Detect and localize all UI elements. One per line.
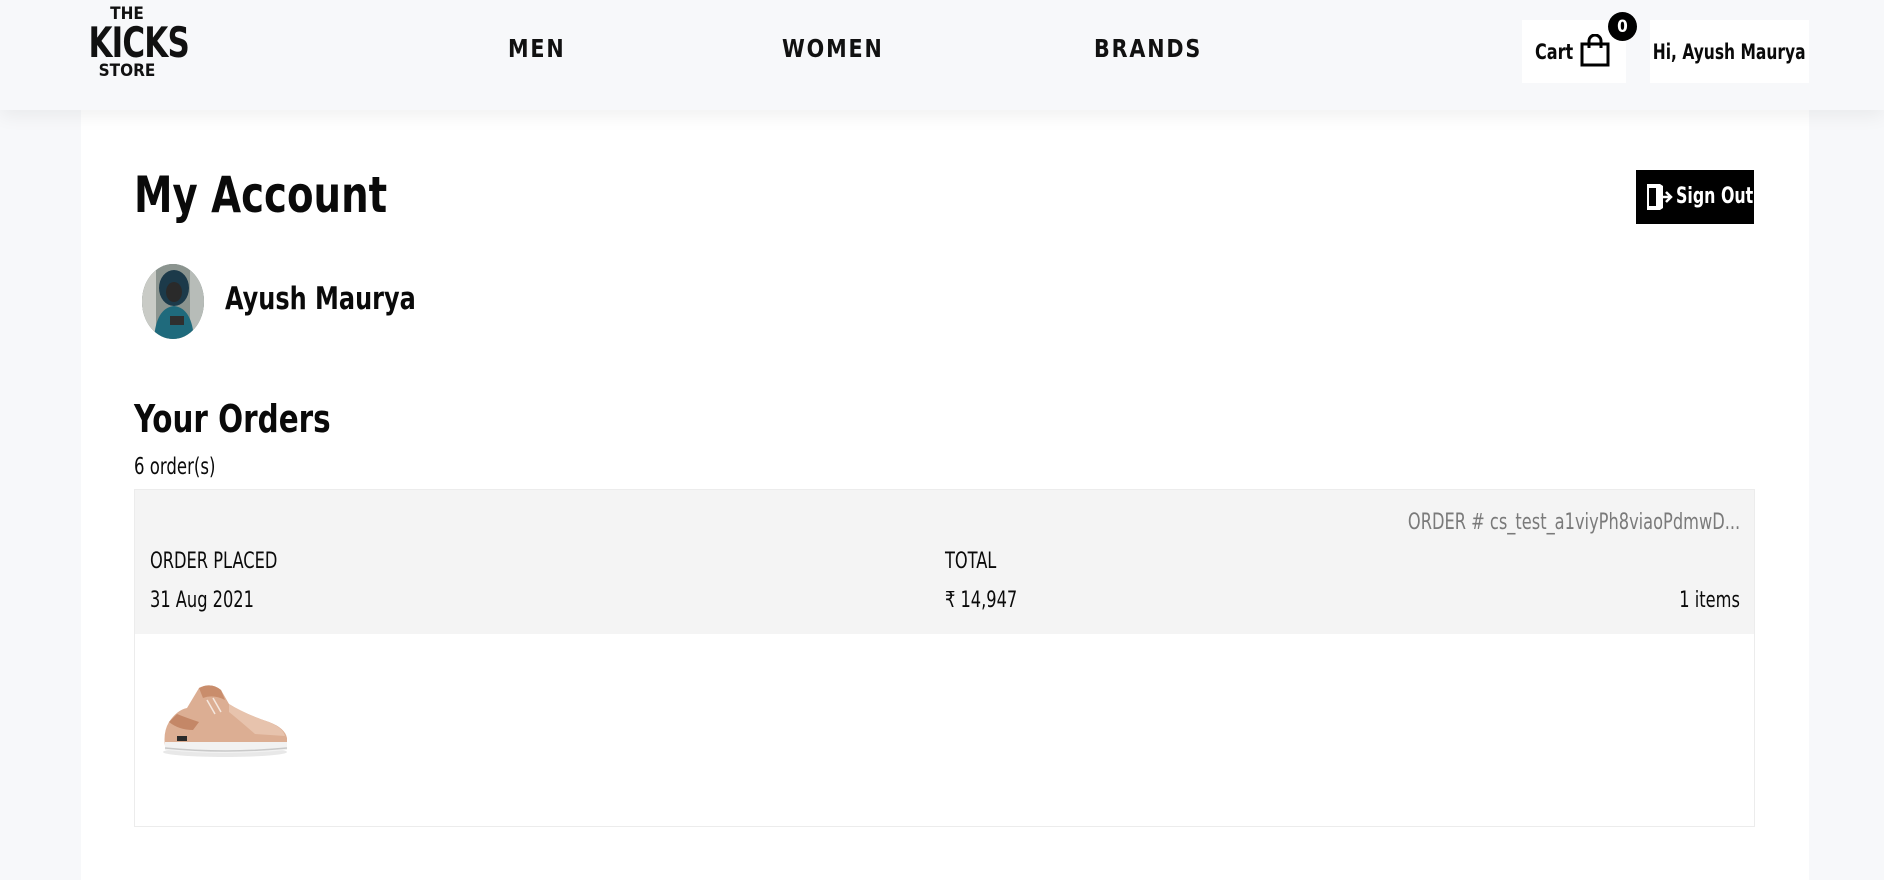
order-card[interactable]: ORDER # cs_test_a1viyPh8viaoPdmwD... ORD… (134, 489, 1755, 827)
product-thumbnail[interactable] (159, 670, 293, 760)
navbar: THE KICKS STORE MEN WOMEN BRANDS Cart 0 … (0, 0, 1884, 110)
order-header: ORDER # cs_test_a1viyPh8viaoPdmwD... ORD… (135, 490, 1754, 634)
cart-label: Cart (1535, 39, 1574, 64)
logo-line-kicks: KICKS (88, 18, 189, 67)
orders-count: 6 order(s) (134, 454, 216, 480)
page-title: My Account (134, 166, 388, 224)
orders-heading: Your Orders (134, 397, 331, 441)
store-logo[interactable]: THE KICKS STORE (80, 6, 189, 82)
order-total-label: TOTAL (945, 549, 997, 574)
sign-out-icon (1645, 182, 1673, 216)
nav-link-men[interactable]: MEN (508, 34, 566, 63)
order-items-count: 1 items (1679, 588, 1740, 613)
profile-name: Ayush Maurya (225, 281, 416, 317)
order-placed-label: ORDER PLACED (150, 549, 278, 574)
order-number: ORDER # cs_test_a1viyPh8viaoPdmwD... (1407, 510, 1740, 535)
nav-link-brands[interactable]: BRANDS (1094, 34, 1202, 63)
shopping-bag-icon (1579, 33, 1611, 72)
avatar (142, 264, 204, 339)
nav-link-women[interactable]: WOMEN (782, 34, 884, 63)
sign-out-label: Sign Out (1676, 184, 1754, 209)
order-total-value: ₹ 14,947 (945, 588, 1018, 613)
user-menu-button[interactable]: Hi, Ayush Maurya (1650, 20, 1809, 83)
user-greeting: Hi, Ayush Maurya (1653, 39, 1806, 64)
sign-out-button[interactable]: Sign Out (1636, 170, 1754, 224)
order-placed-date: 31 Aug 2021 (150, 588, 254, 613)
cart-count-badge: 0 (1608, 12, 1637, 41)
